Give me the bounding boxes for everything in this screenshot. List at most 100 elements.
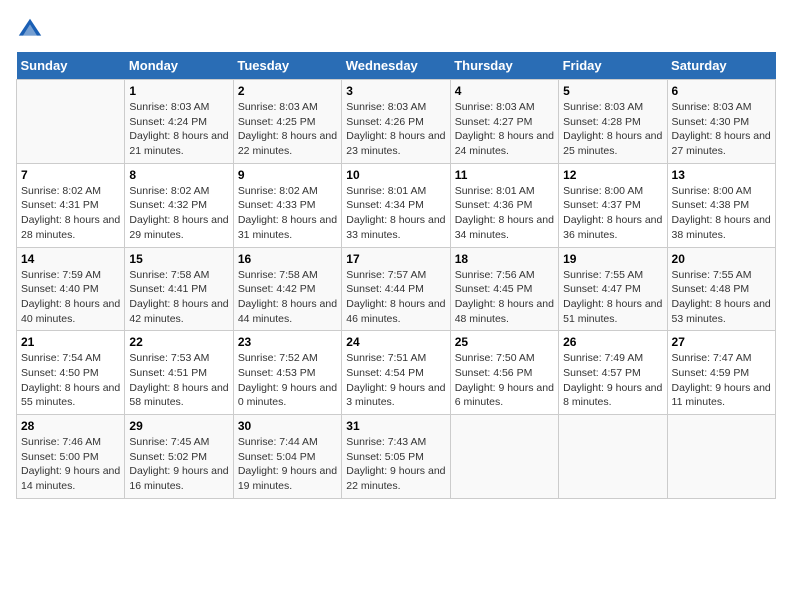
day-cell: 2 Sunrise: 8:03 AMSunset: 4:25 PMDaylight… (233, 80, 341, 164)
day-cell: 20 Sunrise: 7:55 AMSunset: 4:48 PMDayligh… (667, 247, 775, 331)
day-number: 23 (238, 335, 337, 349)
day-cell: 4 Sunrise: 8:03 AMSunset: 4:27 PMDaylight… (450, 80, 558, 164)
week-row-3: 14 Sunrise: 7:59 AMSunset: 4:40 PMDayligh… (17, 247, 776, 331)
day-number: 13 (672, 168, 771, 182)
logo (16, 16, 48, 44)
day-number: 19 (563, 252, 662, 266)
day-cell: 26Sunrise: 7:49 AMSunset: 4:57 PMDayligh… (559, 331, 667, 415)
day-cell (450, 415, 558, 499)
day-info: Sunrise: 7:55 AMSunset: 4:47 PMDaylight:… (563, 268, 662, 327)
day-number: 9 (238, 168, 337, 182)
day-number: 1 (129, 84, 228, 98)
day-info: Sunrise: 7:55 AMSunset: 4:48 PMDaylight:… (672, 268, 771, 327)
day-cell: 13 Sunrise: 8:00 AMSunset: 4:38 PMDayligh… (667, 163, 775, 247)
day-info: Sunrise: 7:50 AMSunset: 4:56 PMDaylight:… (455, 351, 554, 410)
day-number: 24 (346, 335, 445, 349)
week-row-2: 7 Sunrise: 8:02 AMSunset: 4:31 PMDaylight… (17, 163, 776, 247)
day-header-wednesday: Wednesday (342, 52, 450, 80)
day-number: 2 (238, 84, 337, 98)
day-info: Sunrise: 7:43 AMSunset: 5:05 PMDaylight:… (346, 435, 445, 494)
day-number: 25 (455, 335, 554, 349)
day-number: 21 (21, 335, 120, 349)
day-info: Sunrise: 7:58 AMSunset: 4:41 PMDaylight:… (129, 268, 228, 327)
day-cell: 21 Sunrise: 7:54 AMSunset: 4:50 PMDayligh… (17, 331, 125, 415)
day-cell: 16 Sunrise: 7:58 AMSunset: 4:42 PMDayligh… (233, 247, 341, 331)
day-number: 16 (238, 252, 337, 266)
day-cell: 19 Sunrise: 7:55 AMSunset: 4:47 PMDayligh… (559, 247, 667, 331)
day-number: 28 (21, 419, 120, 433)
day-info: Sunrise: 7:54 AMSunset: 4:50 PMDaylight:… (21, 351, 120, 410)
day-number: 10 (346, 168, 445, 182)
week-row-1: 1 Sunrise: 8:03 AMSunset: 4:24 PMDaylight… (17, 80, 776, 164)
day-info: Sunrise: 7:44 AMSunset: 5:04 PMDaylight:… (238, 435, 337, 494)
day-cell: 9 Sunrise: 8:02 AMSunset: 4:33 PMDaylight… (233, 163, 341, 247)
day-info: Sunrise: 7:52 AMSunset: 4:53 PMDaylight:… (238, 351, 337, 410)
day-cell: 25 Sunrise: 7:50 AMSunset: 4:56 PMDayligh… (450, 331, 558, 415)
day-info: Sunrise: 8:00 AMSunset: 4:38 PMDaylight:… (672, 184, 771, 243)
day-number: 4 (455, 84, 554, 98)
day-info: Sunrise: 8:02 AMSunset: 4:33 PMDaylight:… (238, 184, 337, 243)
day-cell: 22 Sunrise: 7:53 AMSunset: 4:51 PMDayligh… (125, 331, 233, 415)
day-info: Sunrise: 8:03 AMSunset: 4:24 PMDaylight:… (129, 100, 228, 159)
day-cell: 17Sunrise: 7:57 AMSunset: 4:44 PMDayligh… (342, 247, 450, 331)
day-number: 7 (21, 168, 120, 182)
day-info: Sunrise: 8:03 AMSunset: 4:30 PMDaylight:… (672, 100, 771, 159)
day-cell: 18Sunrise: 7:56 AMSunset: 4:45 PMDayligh… (450, 247, 558, 331)
day-cell: 12 Sunrise: 8:00 AMSunset: 4:37 PMDayligh… (559, 163, 667, 247)
day-header-tuesday: Tuesday (233, 52, 341, 80)
day-number: 29 (129, 419, 228, 433)
day-cell: 5Sunrise: 8:03 AMSunset: 4:28 PMDaylight… (559, 80, 667, 164)
day-cell: 23 Sunrise: 7:52 AMSunset: 4:53 PMDayligh… (233, 331, 341, 415)
day-cell: 6 Sunrise: 8:03 AMSunset: 4:30 PMDaylight… (667, 80, 775, 164)
day-info: Sunrise: 7:47 AMSunset: 4:59 PMDaylight:… (672, 351, 771, 410)
day-info: Sunrise: 7:46 AMSunset: 5:00 PMDaylight:… (21, 435, 120, 494)
day-cell: 30 Sunrise: 7:44 AMSunset: 5:04 PMDayligh… (233, 415, 341, 499)
day-cell (17, 80, 125, 164)
day-info: Sunrise: 7:45 AMSunset: 5:02 PMDaylight:… (129, 435, 228, 494)
day-number: 20 (672, 252, 771, 266)
day-number: 12 (563, 168, 662, 182)
day-cell: 8 Sunrise: 8:02 AMSunset: 4:32 PMDaylight… (125, 163, 233, 247)
day-info: Sunrise: 8:03 AMSunset: 4:28 PMDaylight:… (563, 100, 662, 159)
day-cell: 15 Sunrise: 7:58 AMSunset: 4:41 PMDayligh… (125, 247, 233, 331)
day-info: Sunrise: 8:01 AMSunset: 4:36 PMDaylight:… (455, 184, 554, 243)
day-cell: 29 Sunrise: 7:45 AMSunset: 5:02 PMDayligh… (125, 415, 233, 499)
day-number: 27 (672, 335, 771, 349)
day-cell: 3 Sunrise: 8:03 AMSunset: 4:26 PMDaylight… (342, 80, 450, 164)
day-header-friday: Friday (559, 52, 667, 80)
day-cell: 11Sunrise: 8:01 AMSunset: 4:36 PMDayligh… (450, 163, 558, 247)
day-number: 6 (672, 84, 771, 98)
day-info: Sunrise: 8:02 AMSunset: 4:31 PMDaylight:… (21, 184, 120, 243)
week-row-5: 28 Sunrise: 7:46 AMSunset: 5:00 PMDayligh… (17, 415, 776, 499)
day-header-saturday: Saturday (667, 52, 775, 80)
day-info: Sunrise: 8:03 AMSunset: 4:27 PMDaylight:… (455, 100, 554, 159)
day-number: 30 (238, 419, 337, 433)
day-number: 26 (563, 335, 662, 349)
day-cell: 14 Sunrise: 7:59 AMSunset: 4:40 PMDayligh… (17, 247, 125, 331)
day-cell: 28 Sunrise: 7:46 AMSunset: 5:00 PMDayligh… (17, 415, 125, 499)
day-number: 8 (129, 168, 228, 182)
day-cell: 10Sunrise: 8:01 AMSunset: 4:34 PMDayligh… (342, 163, 450, 247)
day-number: 18 (455, 252, 554, 266)
day-info: Sunrise: 8:02 AMSunset: 4:32 PMDaylight:… (129, 184, 228, 243)
day-info: Sunrise: 8:00 AMSunset: 4:37 PMDaylight:… (563, 184, 662, 243)
day-cell: 24 Sunrise: 7:51 AMSunset: 4:54 PMDayligh… (342, 331, 450, 415)
day-number: 31 (346, 419, 445, 433)
day-cell: 27 Sunrise: 7:47 AMSunset: 4:59 PMDayligh… (667, 331, 775, 415)
week-row-4: 21 Sunrise: 7:54 AMSunset: 4:50 PMDayligh… (17, 331, 776, 415)
day-number: 3 (346, 84, 445, 98)
day-info: Sunrise: 7:58 AMSunset: 4:42 PMDaylight:… (238, 268, 337, 327)
day-number: 17 (346, 252, 445, 266)
day-info: Sunrise: 8:03 AMSunset: 4:25 PMDaylight:… (238, 100, 337, 159)
day-info: Sunrise: 8:03 AMSunset: 4:26 PMDaylight:… (346, 100, 445, 159)
day-info: Sunrise: 7:59 AMSunset: 4:40 PMDaylight:… (21, 268, 120, 327)
day-number: 15 (129, 252, 228, 266)
header-row: SundayMondayTuesdayWednesdayThursdayFrid… (17, 52, 776, 80)
day-number: 14 (21, 252, 120, 266)
day-number: 22 (129, 335, 228, 349)
day-info: Sunrise: 7:51 AMSunset: 4:54 PMDaylight:… (346, 351, 445, 410)
day-cell: 1 Sunrise: 8:03 AMSunset: 4:24 PMDaylight… (125, 80, 233, 164)
day-info: Sunrise: 7:53 AMSunset: 4:51 PMDaylight:… (129, 351, 228, 410)
day-cell: 7 Sunrise: 8:02 AMSunset: 4:31 PMDaylight… (17, 163, 125, 247)
day-header-monday: Monday (125, 52, 233, 80)
